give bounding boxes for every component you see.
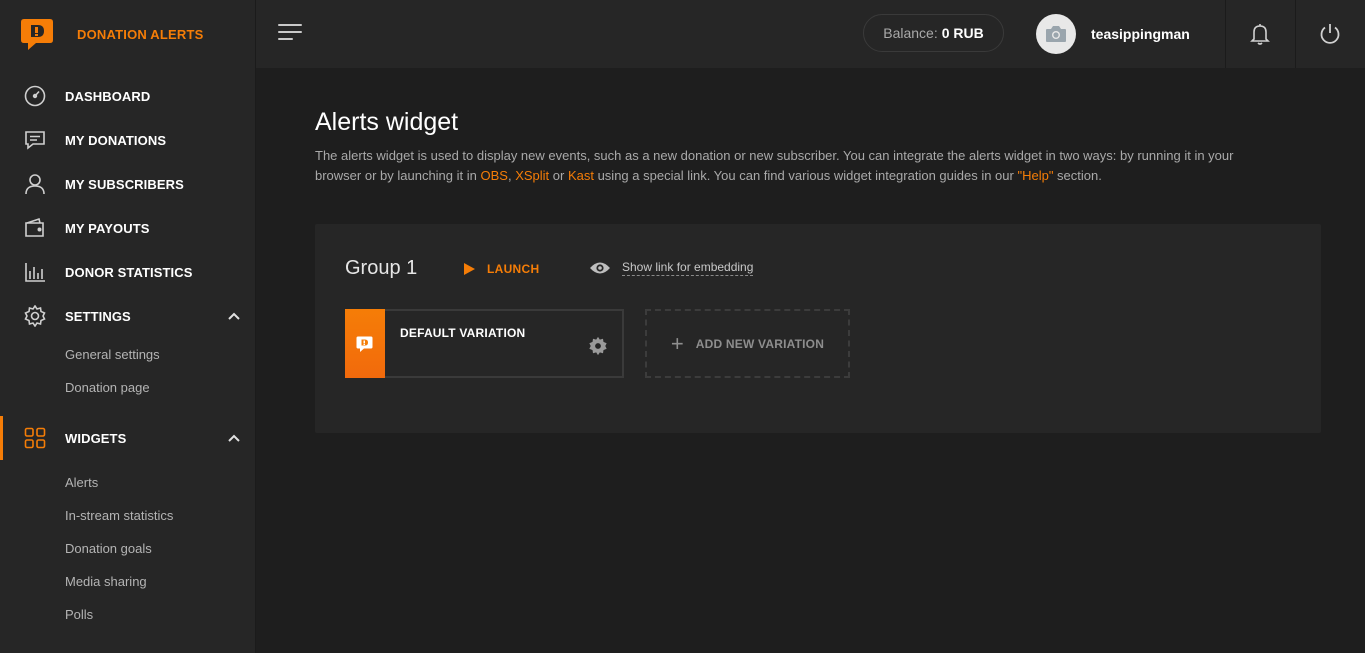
sidebar-item-donor-statistics[interactable]: DONOR STATISTICS: [0, 250, 255, 294]
user-menu[interactable]: teasippingman: [1036, 14, 1190, 54]
sidebar-nav: DASHBOARD MY DONATIONS MY SUBSCRIBERS MY…: [0, 74, 255, 631]
avatar: [1036, 14, 1076, 54]
sidebar-subitem-general-settings[interactable]: General settings: [0, 338, 255, 371]
xsplit-link[interactable]: XSplit: [515, 168, 549, 183]
sidebar-item-label: MY SUBSCRIBERS: [65, 176, 184, 192]
topbar-divider: [1225, 0, 1226, 68]
donation-alerts-logo-icon: [356, 336, 373, 352]
eye-icon: [590, 262, 610, 274]
topbar: Balance: 0 RUB teasippingman: [256, 0, 1365, 68]
hamburger-menu-icon[interactable]: [278, 24, 302, 44]
variation-thumbnail: [345, 309, 385, 378]
chevron-up-icon[interactable]: [227, 309, 241, 323]
brand-name: DONATION ALERTS: [77, 26, 204, 42]
topbar-divider: [1295, 0, 1296, 68]
gear-icon: [23, 304, 47, 328]
variation-card[interactable]: DEFAULT VARIATION: [345, 309, 624, 378]
page-description: The alerts widget is used to display new…: [315, 146, 1265, 186]
gear-icon[interactable]: [588, 336, 608, 356]
description-text: or: [549, 168, 568, 183]
username: teasippingman: [1091, 26, 1190, 42]
plus-icon: +: [670, 330, 684, 356]
donation-alerts-logo-icon: [21, 19, 53, 50]
widget-group-panel: Group 1 LAUNCH Show link for embedding D…: [315, 224, 1321, 433]
power-icon[interactable]: [1318, 22, 1342, 46]
sidebar-subitem-media-sharing[interactable]: Media sharing: [0, 565, 255, 598]
add-variation-button[interactable]: + ADD NEW VARIATION: [645, 309, 850, 378]
sidebar-subitem-in-stream-statistics[interactable]: In-stream statistics: [0, 499, 255, 532]
launch-button[interactable]: LAUNCH: [464, 262, 539, 276]
sidebar-subitem-polls[interactable]: Polls: [0, 598, 255, 631]
grid-icon: [23, 426, 47, 450]
sidebar-item-dashboard[interactable]: DASHBOARD: [0, 74, 255, 118]
help-link[interactable]: "Help": [1017, 168, 1053, 183]
user-icon: [23, 172, 47, 196]
bar-chart-icon: [23, 260, 47, 284]
page-title: Alerts widget: [315, 108, 459, 136]
main-content: Alerts widget The alerts widget is used …: [256, 68, 1365, 653]
balance-value: 0 RUB: [941, 25, 984, 41]
camera-icon: [1046, 26, 1066, 42]
kast-link[interactable]: Kast: [568, 168, 594, 183]
sidebar-item-settings[interactable]: SETTINGS: [0, 294, 255, 338]
embed-link-label: Show link for embedding: [622, 260, 754, 276]
sidebar-item-label: SETTINGS: [65, 308, 131, 324]
description-text: section.: [1053, 168, 1102, 183]
sidebar-item-label: MY PAYOUTS: [65, 220, 150, 236]
wallet-icon: [23, 216, 47, 240]
balance-pill[interactable]: Balance: 0 RUB: [863, 14, 1004, 52]
sidebar-item-my-donations[interactable]: MY DONATIONS: [0, 118, 255, 162]
add-variation-label: ADD NEW VARIATION: [695, 336, 825, 351]
sidebar-item-my-subscribers[interactable]: MY SUBSCRIBERS: [0, 162, 255, 206]
sidebar-item-label: DASHBOARD: [65, 88, 151, 104]
show-embed-link-button[interactable]: Show link for embedding: [589, 260, 754, 276]
dashboard-icon: [23, 84, 47, 108]
chevron-up-icon[interactable]: [227, 431, 241, 445]
sidebar-subitem-donation-page[interactable]: Donation page: [0, 371, 255, 404]
variation-name: DEFAULT VARIATION: [400, 326, 526, 340]
description-text: using a special link. You can find vario…: [593, 168, 1018, 183]
sidebar-item-my-payouts[interactable]: MY PAYOUTS: [0, 206, 255, 250]
sidebar-subitem-donation-goals[interactable]: Donation goals: [0, 532, 255, 565]
brand[interactable]: DONATION ALERTS: [0, 0, 255, 68]
launch-label: LAUNCH: [487, 262, 540, 276]
sidebar-item-label: MY DONATIONS: [65, 132, 167, 148]
bell-icon[interactable]: [1248, 22, 1272, 46]
sidebar: DONATION ALERTS DASHBOARD MY DONATIONS M…: [0, 0, 256, 653]
sidebar-item-widgets[interactable]: WIDGETS: [0, 416, 255, 460]
sidebar-item-label: WIDGETS: [65, 430, 127, 446]
balance-label: Balance:: [883, 25, 938, 41]
obs-link[interactable]: OBS: [480, 168, 507, 183]
group-title: Group 1: [345, 257, 418, 279]
sidebar-subitem-alerts[interactable]: Alerts: [0, 466, 255, 499]
sidebar-item-label: DONOR STATISTICS: [65, 264, 193, 280]
chat-icon: [23, 128, 47, 152]
play-icon: [464, 263, 475, 275]
